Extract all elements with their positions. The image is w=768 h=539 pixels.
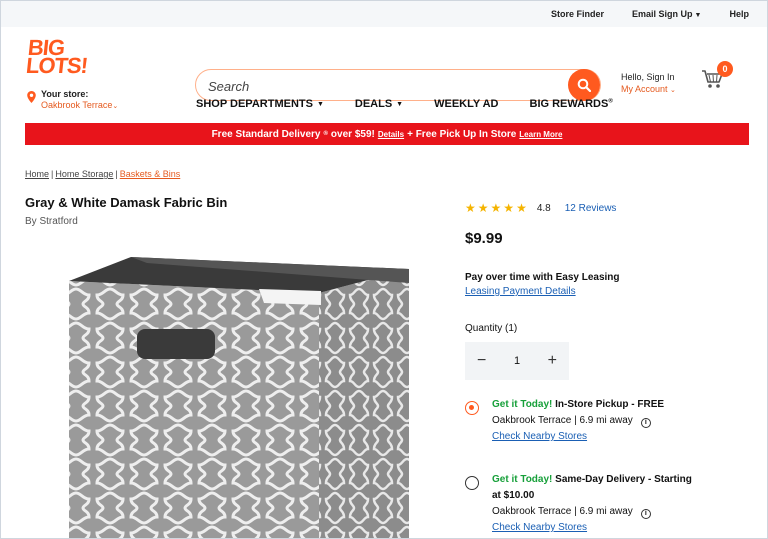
registered-mark: ® bbox=[608, 98, 613, 105]
promo-text: Free Standard Delivery bbox=[211, 128, 321, 140]
option-title: In-Store Pickup - FREE bbox=[552, 399, 665, 410]
fulfillment-option-pickup[interactable]: Get it Today! In-Store Pickup - FREE Oak… bbox=[465, 397, 664, 445]
star-icon: ★ bbox=[490, 201, 502, 215]
leasing-info: Pay over time with Easy Leasing Leasing … bbox=[465, 271, 620, 299]
pickup-radio[interactable] bbox=[465, 401, 479, 415]
search-bar bbox=[195, 69, 601, 101]
cart-button[interactable]: 0 bbox=[701, 61, 733, 97]
option-title-cont: at $10.00 bbox=[492, 490, 535, 501]
rating-value: 4.8 bbox=[536, 202, 551, 214]
product-image[interactable] bbox=[59, 253, 409, 539]
chevron-down-icon: ▼ bbox=[396, 101, 404, 108]
reviews-link[interactable]: 12 Reviews bbox=[565, 203, 617, 214]
chevron-down-icon: ⌄ bbox=[112, 103, 119, 110]
email-signup-label: Email Sign Up bbox=[632, 9, 693, 19]
chevron-down-icon: ▼ bbox=[316, 101, 324, 108]
option-store: Oakbrook Terrace | 6.9 mi away bbox=[492, 506, 633, 517]
quantity-value[interactable]: 1 bbox=[514, 355, 520, 367]
promo-banner: Free Standard Delivery ® over $59! Detail… bbox=[25, 123, 749, 145]
breadcrumb-home[interactable]: Home bbox=[25, 169, 49, 179]
main-nav: SHOP DEPARTMENTS ▼ DEALS ▼ WEEKLY AD BIG R… bbox=[196, 98, 613, 110]
quantity-stepper: − 1 + bbox=[465, 342, 569, 380]
store-label: Your store: bbox=[41, 89, 89, 99]
get-it-today-label: Get it Today! bbox=[492, 399, 553, 410]
chevron-down-icon: ▼ bbox=[694, 12, 702, 19]
search-button[interactable] bbox=[568, 69, 600, 101]
cart-count-badge: 0 bbox=[717, 61, 733, 77]
my-account-link[interactable]: My Account ⌄ bbox=[621, 83, 676, 97]
nav-weekly-ad[interactable]: WEEKLY AD bbox=[434, 98, 498, 110]
store-finder-link[interactable]: Store Finder bbox=[551, 9, 604, 19]
big-lots-logo[interactable]: BIG LOTS! bbox=[24, 35, 90, 78]
page-frame: Store Finder Email Sign Up ▼ Help BIG LOT… bbox=[0, 0, 768, 539]
promo-text: + Free Pick Up In Store bbox=[407, 128, 517, 140]
product-brand: By Stratford bbox=[25, 216, 78, 227]
minus-button[interactable]: − bbox=[477, 352, 486, 370]
breadcrumb-baskets-bins[interactable]: Baskets & Bins bbox=[120, 169, 181, 179]
registered-mark: ® bbox=[323, 131, 328, 137]
leasing-title: Pay over time with Easy Leasing bbox=[465, 272, 620, 283]
breadcrumb-separator: | bbox=[115, 169, 118, 179]
leasing-details-link[interactable]: Leasing Payment Details bbox=[465, 285, 620, 299]
info-icon[interactable]: i bbox=[640, 509, 651, 519]
get-it-today-label: Get it Today! bbox=[492, 474, 553, 485]
breadcrumb: Home | Home Storage | Baskets & Bins bbox=[25, 169, 180, 179]
option-store: Oakbrook Terrace | 6.9 mi away bbox=[492, 415, 633, 426]
utility-bar: Store Finder Email Sign Up ▼ Help bbox=[1, 1, 767, 27]
nav-label: BIG REWARDS bbox=[529, 98, 609, 110]
breadcrumb-home-storage[interactable]: Home Storage bbox=[55, 169, 113, 179]
help-link[interactable]: Help bbox=[729, 9, 749, 19]
star-icon: ★ bbox=[477, 201, 489, 215]
search-icon bbox=[577, 78, 591, 92]
search-input[interactable] bbox=[208, 77, 558, 95]
check-nearby-stores-link[interactable]: Check Nearby Stores bbox=[492, 429, 664, 445]
nav-deals[interactable]: DEALS ▼ bbox=[355, 98, 403, 110]
rating-row: ★ ★ ★ ★ ★ 4.8 12 Reviews bbox=[465, 202, 616, 214]
plus-button[interactable]: + bbox=[548, 352, 557, 370]
check-nearby-stores-link[interactable]: Check Nearby Stores bbox=[492, 520, 692, 536]
fulfillment-option-delivery[interactable]: Get it Today! Same-Day Delivery - Starti… bbox=[465, 472, 692, 536]
promo-details-link[interactable]: Details bbox=[378, 130, 404, 139]
product-price: $9.99 bbox=[465, 230, 503, 247]
promo-learn-more-link[interactable]: Learn More bbox=[519, 130, 562, 139]
quantity-label: Quantity (1) bbox=[465, 323, 518, 334]
store-selector[interactable]: Your store: Oakbrook Terrace⌄ bbox=[27, 89, 118, 112]
delivery-radio[interactable] bbox=[465, 476, 479, 490]
star-icon: ★ bbox=[465, 201, 476, 215]
chevron-down-icon: ⌄ bbox=[670, 87, 676, 94]
nav-big-rewards[interactable]: BIG REWARDS® bbox=[530, 98, 613, 110]
option-title: Same-Day Delivery - Starting bbox=[552, 474, 692, 485]
star-icon: ★ bbox=[516, 201, 527, 215]
star-icon: ★ bbox=[503, 201, 515, 215]
nav-shop-departments[interactable]: SHOP DEPARTMENTS ▼ bbox=[196, 98, 324, 110]
account-greeting: Hello, Sign In bbox=[621, 72, 675, 82]
account-menu[interactable]: Hello, Sign In My Account ⌄ bbox=[621, 71, 676, 97]
email-signup-link[interactable]: Email Sign Up ▼ bbox=[632, 9, 701, 19]
my-account-label: My Account bbox=[621, 84, 668, 94]
store-name: Oakbrook Terrace⌄ bbox=[41, 100, 118, 112]
logo-line-2: LOTS! bbox=[24, 53, 89, 78]
store-name-text: Oakbrook Terrace bbox=[41, 100, 113, 110]
promo-text: over $59! bbox=[330, 128, 375, 140]
nav-label: DEALS bbox=[354, 98, 393, 110]
info-icon[interactable]: i bbox=[640, 418, 651, 428]
product-title: Gray & White Damask Fabric Bin bbox=[25, 195, 228, 210]
nav-label: SHOP DEPARTMENTS bbox=[196, 98, 313, 110]
location-pin-icon bbox=[27, 91, 36, 103]
breadcrumb-separator: | bbox=[51, 169, 54, 179]
site-header: BIG LOTS! Your store: Oakbrook Terrace⌄ … bbox=[1, 27, 767, 123]
